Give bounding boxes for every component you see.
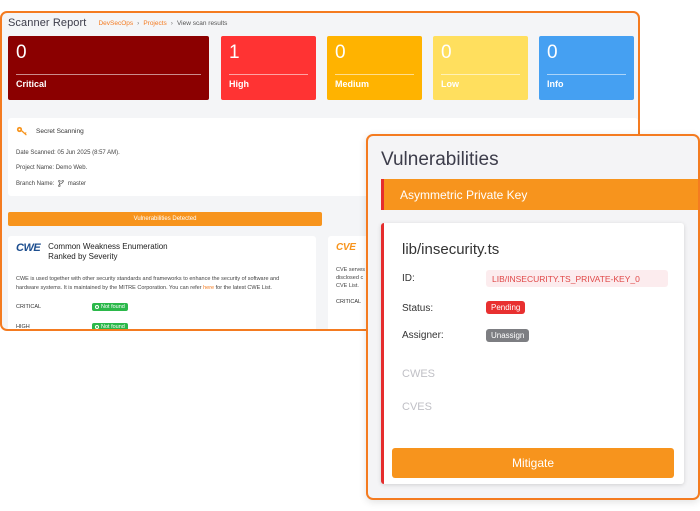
breadcrumb-projects[interactable]: Projects <box>143 20 166 27</box>
cwe-panel: CWE Common Weakness Enumeration Ranked b… <box>8 236 316 330</box>
vulnerability-detail-card: lib/insecurity.ts ID: LIB/INSECURITY.TS_… <box>381 223 684 484</box>
page-title: Scanner Report <box>8 17 87 29</box>
severity-cards: 0 Critical 1 High 0 Medium 0 Low 0 Info <box>8 36 634 100</box>
cwe-list-link[interactable]: here <box>203 285 214 291</box>
low-count: 0 <box>441 42 452 63</box>
high-label: High <box>229 79 249 89</box>
cves-label: CVES <box>402 401 432 413</box>
badge-text: Not found <box>101 304 125 310</box>
low-card[interactable]: 0 Low <box>433 36 528 100</box>
info-card[interactable]: 0 Info <box>539 36 634 100</box>
branch-name-label: Branch Name: <box>16 181 55 188</box>
severity-name: HIGH <box>16 324 30 330</box>
medium-label: Medium <box>335 79 370 89</box>
vulnerabilities-detected-banner: Vulnerabilities Detected <box>8 212 322 226</box>
mitigate-button[interactable]: Mitigate <box>392 448 674 478</box>
status-label: Status: <box>402 303 434 314</box>
cwe-header: CWE Common Weakness Enumeration Ranked b… <box>16 242 308 262</box>
vulnerabilities-title: Vulnerabilities <box>381 149 499 170</box>
branch-name-value: master <box>67 181 87 188</box>
cwe-row-critical: CRITICAL Not found <box>16 301 308 313</box>
medium-count: 0 <box>335 42 346 63</box>
git-branch-icon <box>58 180 64 187</box>
project-name-label: Project Name: <box>16 165 55 171</box>
vulnerability-item-selected[interactable]: Asymmetric Private Key <box>381 179 698 210</box>
assigner-badge[interactable]: Unassign <box>486 329 530 342</box>
cwe-title: Common Weakness Enumeration Ranked by Se… <box>48 242 167 262</box>
info-count: 0 <box>547 42 558 63</box>
cwe-logo: CWE <box>16 242 41 254</box>
status-badge[interactable]: Pending <box>486 301 526 314</box>
report-header: Scanner Report DevSecOps › Projects › Vi… <box>2 13 638 33</box>
divider <box>229 74 308 75</box>
cwe-desc-text-end: for the latest CWE List. <box>215 285 272 291</box>
scan-type-label: Secret Scanning <box>36 127 84 135</box>
high-count: 1 <box>229 42 240 63</box>
cwe-title-line1: Common Weakness Enumeration <box>48 242 168 251</box>
assigner-label: Assigner: <box>402 330 444 341</box>
date-scanned-value: 05 Jun 2025 (8:57 AM). <box>57 150 120 156</box>
date-scanned-label: Date Scanned: <box>16 150 56 156</box>
breadcrumb-separator: › <box>170 19 173 27</box>
critical-card[interactable]: 0 Critical <box>8 36 209 100</box>
divider <box>441 74 520 75</box>
cwe-desc-line1: CWE is used together with other security… <box>16 276 280 282</box>
breadcrumb-current: View scan results <box>176 19 228 27</box>
check-circle-icon <box>95 325 99 329</box>
id-value: LIB/INSECURITY.TS_PRIVATE-KEY_0 <box>486 270 668 287</box>
breadcrumb-separator: › <box>137 19 140 27</box>
not-found-badge: Not found <box>92 303 128 311</box>
info-label: Info <box>547 79 564 89</box>
id-label: ID: <box>402 273 415 284</box>
cwe-desc-line2: hardware systems. It is maintained by th… <box>16 284 308 293</box>
divider <box>335 74 414 75</box>
cwe-row-high: HIGH Not found <box>16 321 308 330</box>
critical-label: Critical <box>16 79 47 89</box>
project-name-value: Demo Web. <box>55 165 88 171</box>
cwe-title-line2: Ranked by Severity <box>48 252 118 261</box>
file-name: lib/insecurity.ts <box>402 241 500 258</box>
breadcrumb: DevSecOps › Projects › View scan results <box>98 20 227 27</box>
badge-text: Not found <box>101 324 125 330</box>
divider <box>547 74 626 75</box>
breadcrumb-devsecops[interactable]: DevSecOps <box>98 20 133 27</box>
divider <box>16 74 201 75</box>
check-circle-icon <box>95 305 99 309</box>
not-found-badge: Not found <box>92 323 128 330</box>
low-label: Low <box>441 79 459 89</box>
high-card[interactable]: 1 High <box>221 36 316 100</box>
cwe-desc-text: hardware systems. It is maintained by th… <box>16 285 202 291</box>
vulnerabilities-window: Vulnerabilities Asymmetric Private Key l… <box>366 134 700 500</box>
severity-name: CRITICAL <box>16 304 42 310</box>
medium-card[interactable]: 0 Medium <box>327 36 422 100</box>
key-icon <box>16 126 27 136</box>
cwes-label: CWES <box>402 368 435 380</box>
critical-count: 0 <box>16 42 27 63</box>
cwe-description: CWE is used together with other security… <box>16 275 308 293</box>
